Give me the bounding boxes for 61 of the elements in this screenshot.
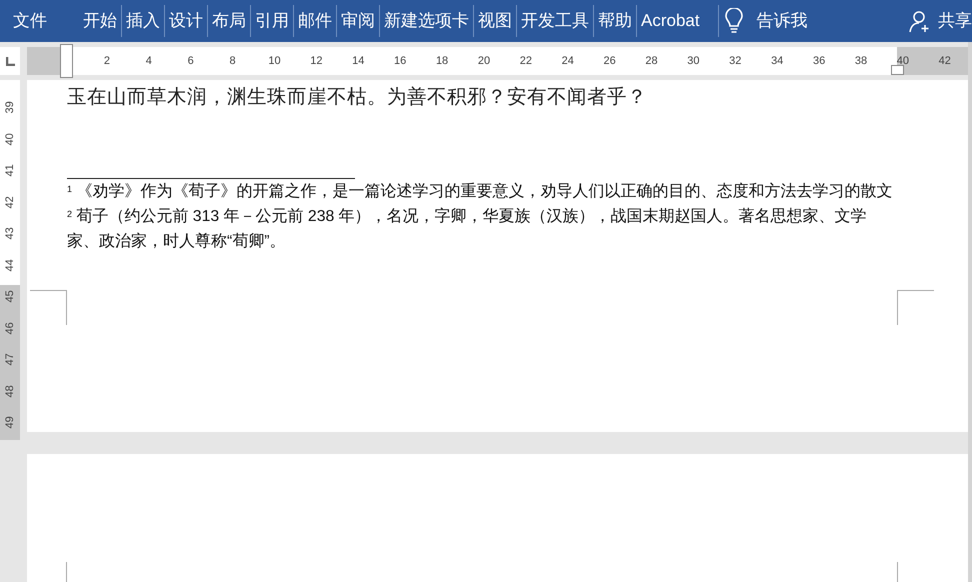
ruler-number: 42 <box>2 195 17 210</box>
ribbon-tab[interactable]: 设计 <box>164 5 207 37</box>
tab-stop-icon <box>6 56 14 66</box>
ruler-number: 20 <box>476 54 492 69</box>
tell-me-button[interactable]: 告诉我 <box>718 5 814 37</box>
ruler-number: 40 <box>2 132 17 148</box>
ruler-number: 18 <box>434 54 450 69</box>
crop-mark <box>897 562 898 582</box>
indent-marker[interactable] <box>60 44 73 78</box>
ribbon-tab[interactable]: 引用 <box>250 5 293 37</box>
crop-mark <box>897 290 934 325</box>
ruler-number: 42 <box>938 54 952 69</box>
ruler-number: 10 <box>267 54 282 69</box>
ruler-number: 38 <box>854 54 868 69</box>
ruler-number: 36 <box>812 54 826 69</box>
ribbon-tab[interactable]: 邮件 <box>293 5 336 37</box>
ribbon-tab[interactable]: 插入 <box>121 5 164 37</box>
crop-mark <box>66 562 67 582</box>
horizontal-ruler[interactable]: 2 4 6 8 10 12 14 16 18 20 22 24 26 28 30 32 34 36 38 40 42 <box>27 47 968 75</box>
ribbon-tab[interactable]: 布局 <box>207 5 250 37</box>
ruler-number: 34 <box>770 54 784 69</box>
ruler-number: 44 <box>2 258 17 274</box>
ruler-number: 47 <box>2 352 17 368</box>
scrollbar[interactable] <box>968 42 972 582</box>
ribbon-tab[interactable]: 开发工具 <box>516 5 593 37</box>
ruler-number: 30 <box>686 54 701 69</box>
ruler-number: 16 <box>393 54 408 69</box>
ribbon-tab[interactable]: 新建选项卡 <box>379 5 473 37</box>
footnote: $^{1}$ 《劝学》作为《荀子》的开篇之作，是一篇论述学习的重要意义，劝导人们以正确的目的、态度和方法去学习的散文 <box>67 182 893 202</box>
ruler-number: 49 <box>2 416 17 431</box>
ruler-number: 28 <box>644 54 659 69</box>
footnote: $^{2}$ 荀子（约公元前 313 年－公元前 238 年），名况，字卿，华夏族（汉族），战国末期赵国人。著名思想家、文学家、政治家，时人尊称“荀卿”。 <box>67 206 868 252</box>
ruler-number: 8 <box>228 54 237 69</box>
ribbon-tab[interactable]: 审阅 <box>336 5 379 37</box>
ruler-number: 41 <box>2 164 17 179</box>
right-indent-marker[interactable] <box>891 65 904 75</box>
ruler-number: 46 <box>2 321 17 336</box>
ruler-number: 2 <box>102 54 111 69</box>
crop-mark <box>30 290 67 325</box>
ruler-number: 4 <box>144 54 153 69</box>
ruler-number: 22 <box>518 54 533 69</box>
lightbulb-icon <box>724 8 743 34</box>
ribbon-tab[interactable]: 开始 <box>79 5 121 37</box>
ruler-number: 32 <box>728 54 742 69</box>
ruler-number: 48 <box>2 384 17 400</box>
ruler-number: 45 <box>2 290 17 305</box>
tab-stop-selector[interactable] <box>0 47 20 75</box>
ruler-number: 43 <box>2 226 17 242</box>
ruler-number: 6 <box>186 54 195 69</box>
share-button[interactable]: 共享 <box>908 8 972 34</box>
ribbon-tab[interactable]: 视图 <box>473 5 516 37</box>
ruler-number: 40 <box>896 54 910 69</box>
ruler-number: 39 <box>2 100 17 116</box>
ruler-number: 24 <box>560 54 575 69</box>
file-tab[interactable]: 文件 <box>0 8 59 34</box>
ruler-number: 14 <box>351 54 366 69</box>
body-text: 玉在山而草木润，渊生珠而崖不枯。为善不积邪？安有不闻者乎？ <box>67 85 648 110</box>
ribbon-tab[interactable]: Acrobat <box>636 5 704 37</box>
ruler-number: 26 <box>602 54 617 69</box>
ribbon-tab[interactable]: 帮助 <box>593 5 636 37</box>
ruler-number: 12 <box>309 54 324 69</box>
